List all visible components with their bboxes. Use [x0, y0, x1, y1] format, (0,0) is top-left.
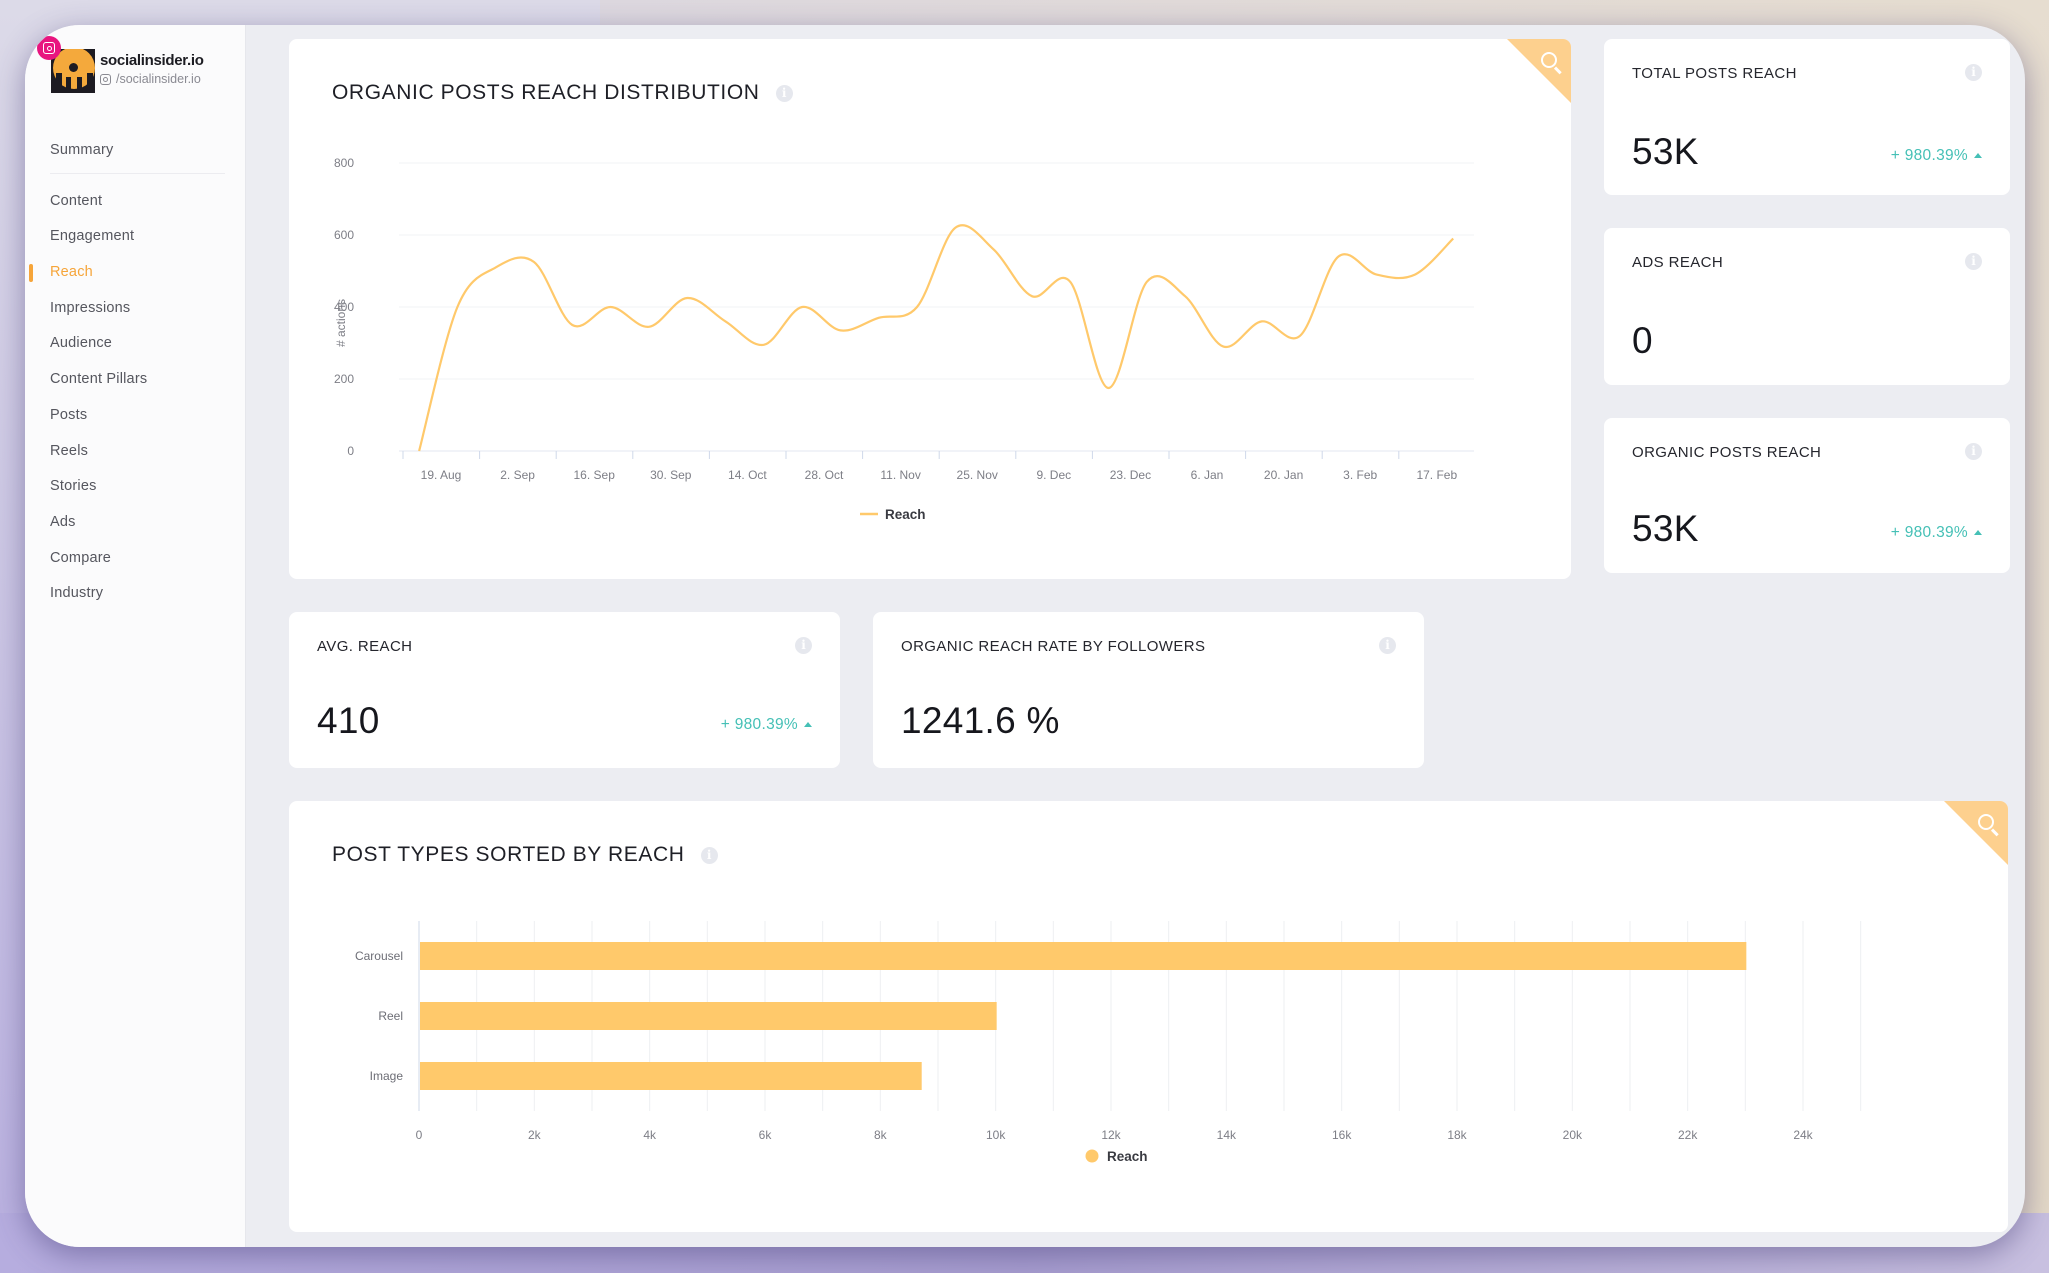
sidebar-item-industry[interactable]: Industry [25, 576, 245, 612]
x-tick-label: 4k [643, 1128, 657, 1142]
info-icon[interactable]: i [1965, 443, 1982, 460]
x-tick-label: 19. Aug [421, 468, 462, 482]
sidebar-item-audience[interactable]: Audience [25, 326, 245, 362]
legend[interactable]: Reach [860, 507, 926, 522]
category-label: Reel [378, 1009, 403, 1023]
sidebar-item-summary[interactable]: Summary [25, 133, 245, 169]
total-posts-reach-title: TOTAL POSTS REACH [1632, 65, 1797, 82]
x-tick-label: 25. Nov [957, 468, 998, 482]
x-tick-label: 30. Sep [650, 468, 692, 482]
total-posts-reach-change: + 980.39% [1891, 147, 1982, 165]
category-label: Carousel [355, 949, 403, 963]
post-types-card: POST TYPES SORTED BY REACH i Carousel Ree… [289, 801, 2008, 1232]
sidebar-item-content-pillars[interactable]: Content Pillars [25, 362, 245, 398]
legend-reach-label: Reach [1107, 1149, 1148, 1164]
x-tick-label: 20k [1563, 1128, 1583, 1142]
sidebar-item-compare[interactable]: Compare [25, 541, 245, 577]
x-tick-label: 16. Sep [574, 468, 616, 482]
sidebar-divider [50, 172, 225, 174]
x-tick-label: 3. Feb [1343, 468, 1377, 482]
line-chart: 0200400600800 19. Aug 2. Sep 16. Sep 30. Se… [334, 156, 1474, 522]
avg-reach-change: + 980.39% [721, 716, 812, 734]
legend-reach-swatch [1085, 1149, 1099, 1163]
x-tick-label: 14k [1217, 1128, 1237, 1142]
x-tick-label: 0 [416, 1128, 423, 1142]
instagram-icon [100, 73, 111, 85]
legend[interactable]: Reach [1085, 1149, 1148, 1164]
sidebar-item-reels[interactable]: Reels [25, 434, 245, 470]
profile-handle-text: /socialinsider.io [116, 72, 201, 86]
instagram-badge-icon [37, 36, 61, 60]
sidebar-item-stories[interactable]: Stories [25, 469, 245, 505]
avg-reach-value: 410 [317, 700, 380, 741]
y-tick-label: 800 [334, 156, 354, 170]
change-text: + 980.39% [720, 716, 798, 733]
x-tick-label: 18k [1447, 1128, 1467, 1142]
avg-reach-title: AVG. REACH [317, 638, 413, 655]
sidebar: socialinsider.io /socialinsider.io Summa… [25, 25, 246, 1247]
info-icon[interactable]: i [1965, 64, 1982, 81]
organic-posts-reach-card: ORGANIC POSTS REACH i 53K + 980.39% [1604, 418, 2010, 573]
y-tick-label: 200 [334, 372, 354, 386]
y-tick-label: 600 [334, 228, 354, 242]
sidebar-item-engagement[interactable]: Engagement [25, 219, 245, 255]
organic-posts-reach-value: 53K [1632, 508, 1699, 549]
info-icon[interactable]: i [1965, 253, 1982, 270]
organic-reach-rate-value: 1241.6 % [901, 700, 1060, 741]
x-tick-label: 16k [1332, 1128, 1352, 1142]
x-tick-label: 17. Feb [1416, 468, 1457, 482]
sidebar-item-content[interactable]: Content [25, 184, 245, 220]
info-icon[interactable]: i [1379, 637, 1396, 654]
ads-reach-card: ADS REACH i 0 [1604, 228, 2010, 385]
x-tick-label: 24k [1793, 1128, 1813, 1142]
x-tick-label: 2. Sep [500, 468, 535, 482]
x-tick-label: 8k [874, 1128, 888, 1142]
reach-line [418, 224, 1454, 452]
organic-reach-rate-card: ORGANIC REACH RATE BY FOLLOWERS i 1241.6… [873, 612, 1424, 768]
profile-name[interactable]: socialinsider.io [100, 52, 204, 69]
change-text: + 980.39% [1890, 524, 1968, 541]
total-posts-reach-card: TOTAL POSTS REACH i 53K + 980.39% [1604, 39, 2010, 195]
x-tick-label: 10k [986, 1128, 1006, 1142]
total-posts-reach-value: 53K [1632, 131, 1699, 172]
x-tick-label: 23. Dec [1110, 468, 1151, 482]
x-tick-label: 12k [1101, 1128, 1121, 1142]
x-tick-label: 6. Jan [1191, 468, 1224, 482]
organic-reach-rate-title: ORGANIC REACH RATE BY FOLLOWERS [901, 638, 1206, 655]
x-tick-label: 9. Dec [1036, 468, 1071, 482]
ads-reach-value: 0 [1632, 320, 1653, 361]
bar-chart: Carousel Reel Image 0 2k 4k 6k 8k 10k 12k 14k 16k 1… [355, 921, 1862, 1164]
y-tick-label: 0 [347, 444, 354, 458]
profile-handle[interactable]: /socialinsider.io [100, 72, 201, 86]
organic-posts-reach-change: + 980.39% [1891, 524, 1982, 542]
reach-distribution-card: ORGANIC POSTS REACH DISTRIBUTION i 0 200 4… [289, 39, 1571, 579]
bar-image[interactable] [420, 1062, 922, 1090]
x-tick-label: 6k [759, 1128, 773, 1142]
avg-reach-card: AVG. REACH i 410 + 980.39% [289, 612, 840, 768]
x-tick-label: 2k [528, 1128, 542, 1142]
x-tick-label: 22k [1678, 1128, 1698, 1142]
sidebar-item-posts[interactable]: Posts [25, 398, 245, 434]
category-label: Image [370, 1069, 404, 1083]
x-tick-label: 14. Oct [728, 468, 767, 482]
app-window: socialinsider.io /socialinsider.io Summa… [25, 25, 2025, 1247]
sidebar-item-impressions[interactable]: Impressions [25, 291, 245, 327]
bar-reel[interactable] [420, 1002, 997, 1030]
sidebar-nav: Summary Content Engagement Reach Impress… [25, 133, 245, 612]
info-icon[interactable]: i [795, 637, 812, 654]
sidebar-item-ads[interactable]: Ads [25, 505, 245, 541]
arrow-up-icon [804, 722, 812, 727]
x-tick-label: 20. Jan [1264, 468, 1303, 482]
x-tick-label: 11. Nov [880, 468, 920, 482]
legend-reach-label: Reach [885, 507, 926, 522]
sidebar-item-reach[interactable]: Reach [25, 255, 245, 291]
ads-reach-title: ADS REACH [1632, 254, 1724, 271]
organic-posts-reach-title: ORGANIC POSTS REACH [1632, 444, 1822, 461]
y-axis-label: # actions [334, 299, 348, 347]
arrow-up-icon [1974, 530, 1982, 535]
arrow-up-icon [1974, 153, 1982, 158]
change-text: + 980.39% [1890, 147, 1968, 164]
x-tick-label: 28. Oct [805, 468, 844, 482]
bar-carousel[interactable] [420, 942, 1747, 970]
